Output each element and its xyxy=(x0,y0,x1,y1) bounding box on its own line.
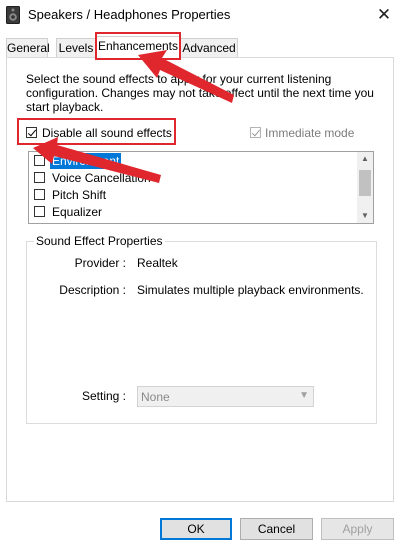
chevron-down-icon: ▼ xyxy=(299,390,309,401)
provider-value: Realtek xyxy=(137,256,178,270)
list-item[interactable]: Voice Cancellation xyxy=(34,170,354,186)
tab-enhancements[interactable]: Enhancements xyxy=(96,36,180,58)
intro-text: Select the sound effects to apply for yo… xyxy=(26,72,374,114)
scroll-thumb[interactable] xyxy=(359,170,371,196)
setting-label: Setting : xyxy=(81,389,126,403)
setting-dropdown[interactable]: None ▼ xyxy=(137,386,314,407)
group-title: Sound Effect Properties xyxy=(34,234,165,248)
provider-label: Provider : xyxy=(74,256,126,270)
immediate-mode-checkbox[interactable] xyxy=(250,127,261,138)
effect-checkbox[interactable] xyxy=(34,189,45,200)
disable-all-checkbox[interactable] xyxy=(26,127,37,138)
effect-label[interactable]: Pitch Shift xyxy=(50,187,108,203)
list-item[interactable]: Pitch Shift xyxy=(34,187,354,203)
effect-checkbox[interactable] xyxy=(34,155,45,166)
speaker-icon xyxy=(6,6,20,24)
title-bar: Speakers / Headphones Properties ✕ xyxy=(0,0,402,30)
tab-advanced[interactable]: Advanced xyxy=(180,38,238,57)
close-button[interactable]: ✕ xyxy=(366,0,402,30)
scroll-down-icon[interactable]: ▼ xyxy=(357,209,373,223)
description-value: Simulates multiple playback environments… xyxy=(137,283,364,297)
effects-list[interactable]: Environment Voice Cancellation Pitch Shi… xyxy=(28,151,374,224)
setting-value: None xyxy=(141,390,170,404)
apply-button[interactable]: Apply xyxy=(321,518,394,540)
tab-general-label: General xyxy=(7,41,50,55)
cancel-button[interactable]: Cancel xyxy=(240,518,313,540)
list-scrollbar[interactable]: ▲ ▼ xyxy=(357,152,373,223)
disable-all-label[interactable]: Disable all sound effects xyxy=(42,126,172,140)
effect-checkbox[interactable] xyxy=(34,206,45,217)
immediate-mode-label[interactable]: Immediate mode xyxy=(265,126,354,140)
tab-general[interactable]: General xyxy=(6,38,50,57)
effect-checkbox[interactable] xyxy=(34,172,45,183)
effect-label[interactable]: Equalizer xyxy=(50,204,104,220)
effect-label[interactable]: Voice Cancellation xyxy=(50,170,153,186)
window-title: Speakers / Headphones Properties xyxy=(28,7,231,22)
scroll-up-icon[interactable]: ▲ xyxy=(357,152,373,166)
list-item[interactable]: Environment xyxy=(34,153,354,169)
tab-levels[interactable]: Levels xyxy=(56,38,96,57)
tab-enhancements-label: Enhancements xyxy=(97,39,179,53)
close-icon: ✕ xyxy=(376,5,392,24)
tab-advanced-label: Advanced xyxy=(182,41,236,55)
tab-levels-label: Levels xyxy=(58,41,94,55)
effect-label[interactable]: Environment xyxy=(50,153,122,169)
ok-button[interactable]: OK xyxy=(160,518,232,540)
description-label: Description : xyxy=(59,283,126,297)
list-item[interactable]: Equalizer xyxy=(34,204,354,220)
